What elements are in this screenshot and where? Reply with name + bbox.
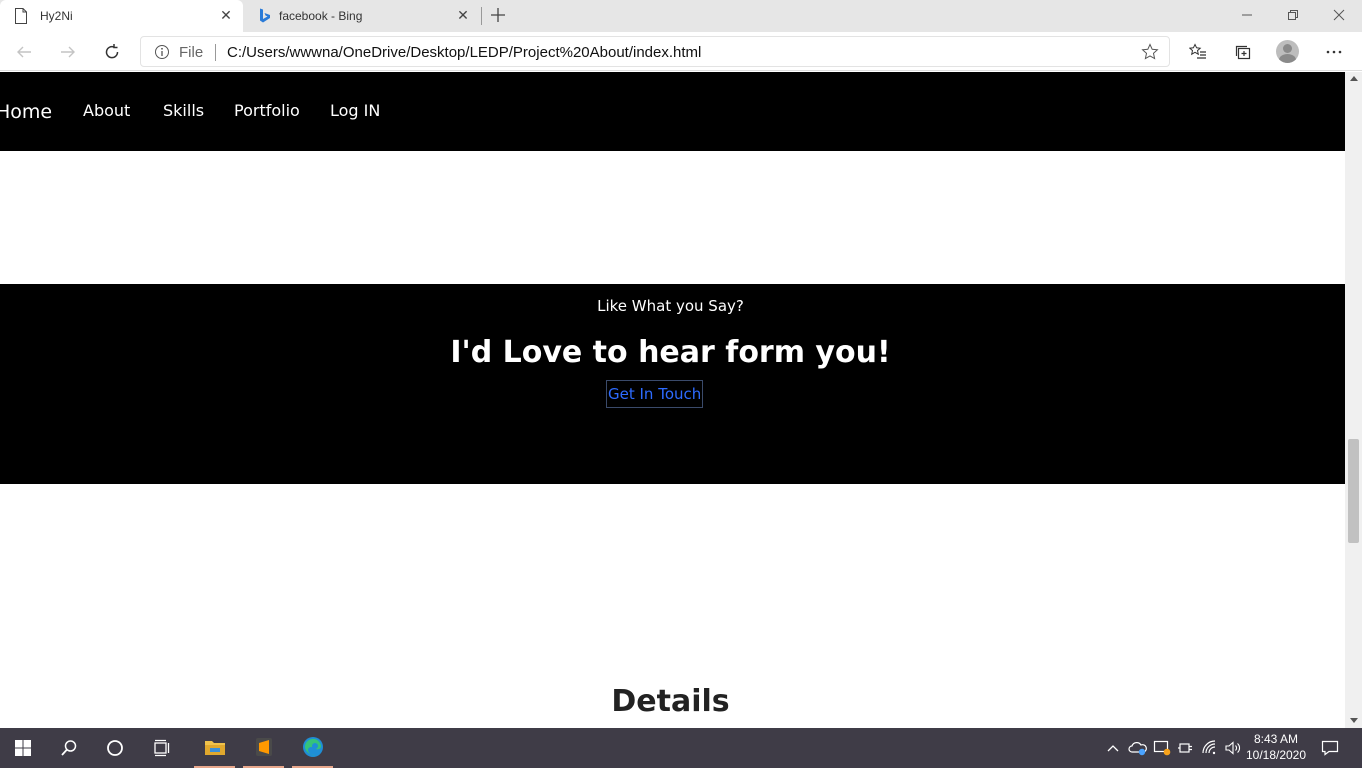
close-icon[interactable]: ✕: [219, 8, 233, 22]
action-center-button[interactable]: [1316, 728, 1344, 768]
sublime-text-icon: [255, 738, 272, 756]
profile-avatar[interactable]: [1276, 40, 1299, 63]
back-button[interactable]: [12, 40, 36, 64]
restore-button[interactable]: [1270, 0, 1316, 30]
collections-icon: [1235, 45, 1251, 60]
windows-taskbar: 8:43 AM 10/18/2020: [0, 728, 1362, 768]
info-icon[interactable]: [154, 44, 170, 60]
close-window-button[interactable]: [1316, 0, 1362, 30]
show-hidden-icons-button[interactable]: [1104, 728, 1122, 768]
more-dots-icon: [1326, 50, 1342, 54]
tab-divider: [481, 7, 482, 25]
clock-time: 8:43 AM: [1253, 732, 1299, 746]
folder-icon: [204, 741, 225, 755]
minimize-icon: [1242, 14, 1252, 16]
task-view-button[interactable]: [140, 728, 186, 768]
bing-icon: [260, 8, 270, 23]
cta-heading: I'd Love to hear form you!: [450, 335, 891, 370]
sublime-text-taskbar-button[interactable]: [243, 728, 284, 768]
cortana-button[interactable]: [92, 728, 138, 768]
address-divider: [215, 44, 216, 61]
wifi-tray-button[interactable]: [1199, 728, 1221, 768]
chevron-up-icon: [1107, 745, 1119, 752]
clock-date: 10/18/2020: [1245, 748, 1307, 762]
nav-skills-link[interactable]: Skills: [163, 101, 204, 120]
onedrive-tray-button[interactable]: [1127, 728, 1149, 768]
avatar-head: [1283, 44, 1292, 53]
start-button[interactable]: [0, 728, 46, 768]
tab-title: Hy2Ni: [40, 9, 73, 23]
favorites-button[interactable]: [1186, 40, 1210, 64]
defender-tray-button[interactable]: [1151, 728, 1173, 768]
search-button[interactable]: [46, 728, 92, 768]
site-navbar: Home About Skills Portfolio Log IN: [0, 72, 1345, 151]
restore-icon: [1288, 10, 1298, 20]
tab-strip: Hy2Ni ✕ facebook - Bing ✕: [0, 0, 1362, 32]
browser-toolbar: File C:/Users/wwwna/OneDrive/Desktop/LED…: [0, 32, 1362, 71]
scrollbar-thumb[interactable]: [1348, 439, 1359, 543]
battery-tray-button[interactable]: [1175, 728, 1197, 768]
forward-button[interactable]: [56, 40, 80, 64]
new-tab-plus-icon[interactable]: [489, 6, 507, 24]
page-viewport: Home About Skills Portfolio Log IN Like …: [0, 72, 1345, 728]
close-icon: [1333, 9, 1345, 21]
favorites-list-icon: [1189, 43, 1206, 59]
wifi-icon: [1202, 740, 1216, 755]
minimize-button[interactable]: [1224, 0, 1270, 30]
nav-about-link[interactable]: About: [83, 101, 130, 120]
notification-icon: [1321, 740, 1339, 756]
tab-facebook-bing[interactable]: facebook - Bing ✕: [244, 0, 480, 32]
file-explorer-taskbar-button[interactable]: [194, 728, 235, 768]
edge-browser-icon: [302, 737, 323, 757]
windows-logo-icon: [15, 740, 31, 756]
favorite-star-icon[interactable]: [1141, 43, 1159, 61]
cortana-circle-icon: [107, 740, 123, 756]
tab-title: facebook - Bing: [279, 9, 363, 23]
power-plug-icon: [1178, 743, 1192, 753]
cta-subtitle: Like What you Say?: [597, 297, 744, 315]
nav-login-link[interactable]: Log IN: [330, 101, 380, 120]
collections-button[interactable]: [1231, 40, 1255, 64]
refresh-icon: [105, 44, 119, 59]
details-heading: Details: [611, 684, 730, 719]
scroll-up-arrow-icon[interactable]: [1350, 76, 1358, 81]
settings-more-button[interactable]: [1322, 40, 1346, 64]
forward-arrow-icon: [61, 46, 75, 58]
nav-portfolio-link[interactable]: Portfolio: [234, 101, 300, 120]
scroll-down-arrow-icon[interactable]: [1350, 718, 1358, 723]
refresh-button[interactable]: [100, 40, 124, 64]
edge-taskbar-button[interactable]: [292, 728, 333, 768]
address-bar[interactable]: File C:/Users/wwwna/OneDrive/Desktop/LED…: [140, 36, 1170, 67]
task-view-icon: [154, 739, 170, 757]
contact-cta-section: Like What you Say? I'd Love to hear form…: [0, 284, 1345, 484]
nav-home-link[interactable]: Home: [0, 101, 52, 123]
page-scrollbar[interactable]: [1345, 72, 1362, 728]
close-icon[interactable]: ✕: [456, 8, 470, 22]
scheme-label: File: [179, 44, 204, 61]
url-text[interactable]: C:/Users/wwwna/OneDrive/Desktop/LEDP/Pro…: [227, 44, 701, 61]
back-arrow-icon: [17, 46, 31, 58]
tab-hy2ni[interactable]: Hy2Ni ✕: [0, 0, 243, 32]
taskbar-clock[interactable]: 8:43 AM 10/18/2020: [1240, 731, 1312, 763]
page-icon: [15, 8, 27, 24]
get-in-touch-button[interactable]: Get In Touch: [606, 380, 704, 408]
security-monitor-icon: [1153, 740, 1171, 756]
search-icon: [61, 740, 77, 756]
avatar-body: [1279, 54, 1296, 63]
onedrive-cloud-icon: [1128, 742, 1147, 756]
